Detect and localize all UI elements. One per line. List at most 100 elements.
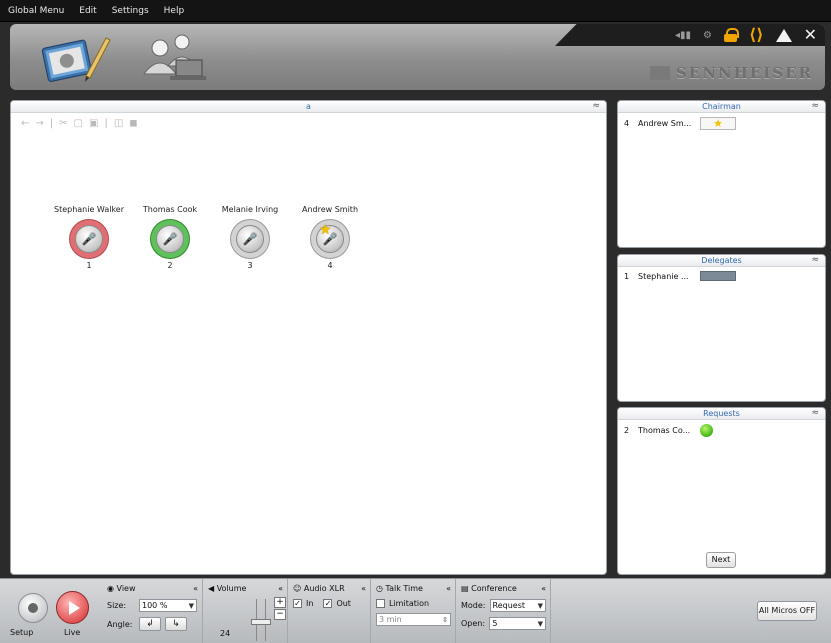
spinner-icon[interactable]: ⇳ xyxy=(442,616,448,624)
rotate-left-button[interactable]: ↲ xyxy=(139,617,161,631)
audio-icon: ☺ xyxy=(293,583,302,593)
gear-icon[interactable]: ⚙ xyxy=(703,30,712,41)
rotate-right-button[interactable]: ↳ xyxy=(165,617,187,631)
participant-name: Stephanie ... xyxy=(638,271,689,281)
volume-minus-button[interactable]: − xyxy=(274,609,286,620)
open-select[interactable]: 5 ▼ xyxy=(489,617,546,630)
seat-andrew-smith[interactable]: Andrew Smith 🎤 ★ 4 xyxy=(290,205,370,270)
microphone-icon[interactable]: 🎤 xyxy=(231,220,269,258)
chevron-down-icon: ▼ xyxy=(537,601,543,610)
speaker-icon: ◀ xyxy=(208,583,215,593)
collapse-audio-icon[interactable]: « xyxy=(361,584,366,593)
eye-icon: ◉ xyxy=(107,583,114,593)
star-icon: ★ xyxy=(700,117,736,130)
live-button[interactable] xyxy=(56,591,89,624)
seat-number: 4 xyxy=(327,261,333,270)
seat-number: 1 xyxy=(86,261,92,270)
menu-settings[interactable]: Settings xyxy=(112,6,149,16)
list-item[interactable]: 1 Stephanie ... xyxy=(618,267,825,285)
menu-help[interactable]: Help xyxy=(164,6,185,16)
next-button[interactable]: Next xyxy=(706,552,736,568)
conference-title: ▤ Conference xyxy=(461,583,517,593)
out-label: Out xyxy=(336,599,351,608)
chairman-title-text: Chairman xyxy=(702,102,741,111)
angle-label: Angle: xyxy=(107,619,133,629)
microphone-icon[interactable]: 🎤 ★ xyxy=(311,220,349,258)
divider: | xyxy=(104,118,108,129)
connection-arrows-icon[interactable]: ⟨⟩ xyxy=(749,27,764,43)
chevron-down-icon: ▼ xyxy=(537,619,543,628)
view-group: ◉ View « Size: 100 % ▼ Angle: ↲ ↳ xyxy=(103,579,203,643)
conference-group: ▤ Conference « Mode: Request ▼ Open: 5 ▼ xyxy=(457,579,551,643)
status-bar xyxy=(700,271,736,281)
collapse-talk-icon[interactable]: « xyxy=(446,584,451,593)
paste-icon[interactable]: ▣ xyxy=(89,118,98,129)
lock-icon[interactable] xyxy=(723,28,739,42)
collapse-icon[interactable]: ≈ xyxy=(811,255,819,266)
list-item[interactable]: 4 Andrew Sm... ★ xyxy=(618,113,825,134)
people-mode-icon[interactable] xyxy=(138,30,206,84)
seat-number: 1 xyxy=(624,271,630,281)
seat-number: 4 xyxy=(624,119,630,128)
clock-icon: ◷ xyxy=(376,583,383,593)
redo-icon[interactable]: → xyxy=(35,118,43,129)
send-back-icon[interactable]: ◼ xyxy=(129,118,137,129)
list-item[interactable]: 2 Thomas Co... xyxy=(618,420,825,441)
seat-name: Thomas Cook xyxy=(142,205,198,214)
size-select[interactable]: 100 % ▼ xyxy=(139,599,197,612)
seat-name: Andrew Smith xyxy=(301,205,359,214)
time-spinner[interactable]: 3 min ⇳ xyxy=(376,613,451,626)
menu-global[interactable]: Global Menu xyxy=(8,6,64,16)
undo-icon[interactable]: ← xyxy=(21,118,29,129)
view-title: ◉ View xyxy=(107,583,136,593)
close-icon[interactable]: ✕ xyxy=(804,27,817,43)
collapse-icon[interactable]: ≈ xyxy=(592,101,600,112)
talk-time-title: ◷ Talk Time xyxy=(376,583,423,593)
menu-edit[interactable]: Edit xyxy=(79,6,96,16)
limitation-checkbox[interactable] xyxy=(376,599,385,608)
bring-front-icon[interactable]: ◫ xyxy=(114,118,123,129)
setup-mode-icon[interactable] xyxy=(36,28,114,84)
brand-logo: SENNHEISER xyxy=(649,64,813,82)
seating-title-text: a xyxy=(306,102,311,111)
seat-thomas-cook[interactable]: Thomas Cook 🎤 2 xyxy=(130,205,210,270)
mode-select[interactable]: Request ▼ xyxy=(489,599,546,612)
seating-panel-title: a ≈ xyxy=(11,101,606,113)
copy-icon[interactable]: ▢ xyxy=(74,118,83,129)
microphone-icon[interactable]: 🎤 xyxy=(151,220,189,258)
all-micros-off-button[interactable]: All Micros OFF xyxy=(757,601,817,621)
participant-name: Thomas Co... xyxy=(638,426,691,435)
collapse-icon[interactable]: ≈ xyxy=(811,101,819,112)
chairman-panel-title: Chairman ≈ xyxy=(618,101,825,113)
audio-xlr-group: ☺ Audio XLR « ✓ In ✓ Out xyxy=(289,579,371,643)
volume-slider-handle[interactable] xyxy=(251,619,271,625)
collapse-icon[interactable]: ≈ xyxy=(811,408,819,419)
brand-mark-icon xyxy=(649,66,670,80)
microphone-icon[interactable]: 🎤 xyxy=(70,220,108,258)
signal-icon[interactable]: ◂▮▮ xyxy=(675,30,691,41)
open-value: 5 xyxy=(492,619,498,628)
setup-label: Setup xyxy=(10,628,34,637)
volume-slider[interactable] xyxy=(251,599,271,641)
participant-name: Andrew Sm... xyxy=(638,119,692,128)
out-checkbox[interactable]: ✓ xyxy=(323,599,333,608)
play-icon xyxy=(69,601,80,615)
menu-bar: Global Menu Edit Settings Help xyxy=(0,0,831,22)
in-label: In xyxy=(306,599,314,608)
seat-name: Melanie Irving xyxy=(221,205,279,214)
conference-icon: ▤ xyxy=(461,583,469,593)
collapse-view-icon[interactable]: « xyxy=(193,584,198,593)
cut-icon[interactable]: ✂ xyxy=(59,118,67,129)
volume-group: ◀ Volume « 24 + − xyxy=(204,579,288,643)
collapse-conference-icon[interactable]: « xyxy=(541,584,546,593)
live-label: Live xyxy=(64,628,81,637)
brand-name: SENNHEISER xyxy=(675,64,813,82)
seat-melanie-irving[interactable]: Melanie Irving 🎤 3 xyxy=(210,205,290,270)
eject-icon[interactable] xyxy=(775,28,792,42)
requests-panel-title: Requests ≈ xyxy=(618,408,825,420)
seat-stephanie-walker[interactable]: Stephanie Walker 🎤 1 xyxy=(49,205,129,270)
volume-plus-button[interactable]: + xyxy=(274,597,286,608)
in-checkbox[interactable]: ✓ xyxy=(293,599,302,608)
collapse-volume-icon[interactable]: « xyxy=(278,584,283,593)
setup-button[interactable] xyxy=(18,593,48,623)
